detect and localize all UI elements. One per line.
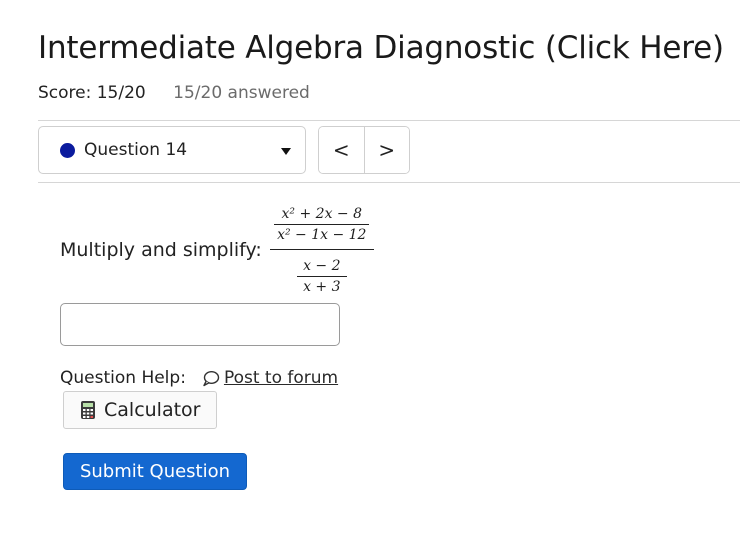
post-to-forum-link[interactable]: Post to forum xyxy=(202,368,338,388)
question-prompt: Multiply and simplify: xyxy=(60,239,262,261)
main-fraction-bar xyxy=(269,248,374,250)
bottom-numerator: x − 2 xyxy=(303,257,341,274)
calculator-button[interactable]: Calculator xyxy=(63,391,217,429)
top-numerator: x² + 2x − 8 xyxy=(281,205,363,222)
top-fraction: x² + 2x − 8 x² − 1x − 12 xyxy=(274,204,370,245)
question-status-dot xyxy=(60,142,75,158)
question-select[interactable]: Question 14 xyxy=(38,126,306,174)
score-row: Score: 15/20 15/20 answered xyxy=(38,83,310,103)
question-select-label: Question 14 xyxy=(84,140,188,160)
score-text: Score: 15/20 xyxy=(38,83,146,103)
divider-bottom xyxy=(38,182,740,183)
chevron-left-icon: < xyxy=(332,138,350,162)
calculator-label: Calculator xyxy=(104,399,201,421)
page-title[interactable]: Intermediate Algebra Diagnostic (Click H… xyxy=(38,30,724,66)
submit-question-button[interactable]: Submit Question xyxy=(63,453,247,490)
bottom-denominator: x + 3 xyxy=(297,275,347,297)
question-nav-group: < > xyxy=(318,126,410,174)
top-denominator: x² − 1x − 12 xyxy=(274,223,370,245)
speech-bubble-icon xyxy=(202,370,220,387)
question-help-label: Question Help: xyxy=(60,368,186,388)
post-to-forum-label: Post to forum xyxy=(223,368,339,388)
question-help-row: Question Help: Post to forum xyxy=(60,368,338,388)
calculator-icon xyxy=(80,400,96,420)
caret-down-icon xyxy=(281,148,291,155)
previous-question-button[interactable]: < xyxy=(319,127,364,173)
math-expression: x² + 2x − 8 x² − 1x − 12 x − 2 x + 3 xyxy=(269,204,374,297)
answered-count: 15/20 answered xyxy=(173,83,310,103)
answer-input[interactable] xyxy=(60,303,340,346)
chevron-right-icon: > xyxy=(378,138,396,162)
question-body: Multiply and simplify: x² + 2x − 8 x² − … xyxy=(60,200,374,300)
divider-top xyxy=(38,120,740,121)
next-question-button[interactable]: > xyxy=(363,127,409,173)
bottom-fraction: x − 2 x + 3 xyxy=(297,254,347,297)
